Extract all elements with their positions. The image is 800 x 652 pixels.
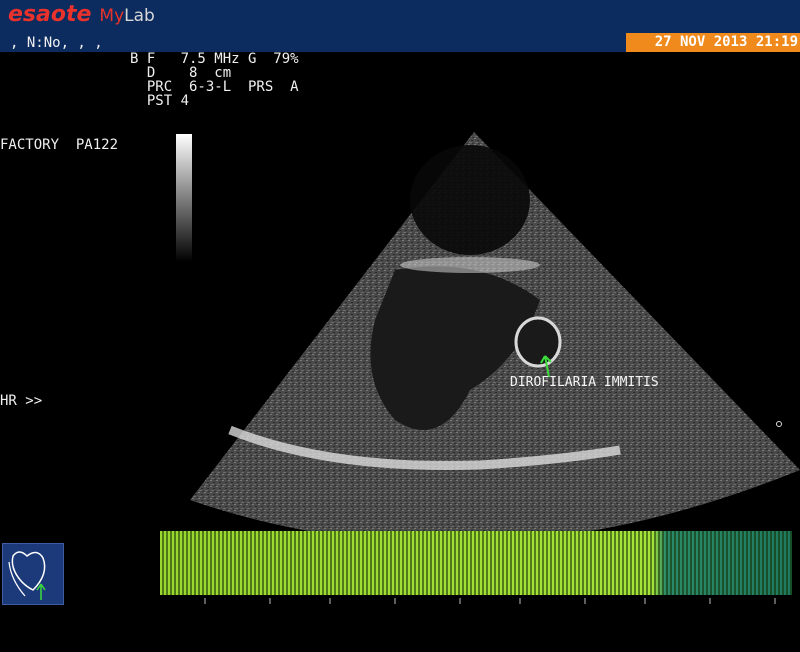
annotation-label: DIROFILARIA IMMITIS [510,375,659,390]
bright-band-upper [400,257,540,273]
ecg-strip [160,531,792,595]
heart-probe-icon[interactable] [2,543,64,605]
vessel-ring [514,316,562,368]
near-field-dark [410,145,530,255]
focus-marker-icon [776,421,782,427]
ecg-timeline-ticks [204,598,776,604]
heart-probe-glyph [8,551,46,600]
